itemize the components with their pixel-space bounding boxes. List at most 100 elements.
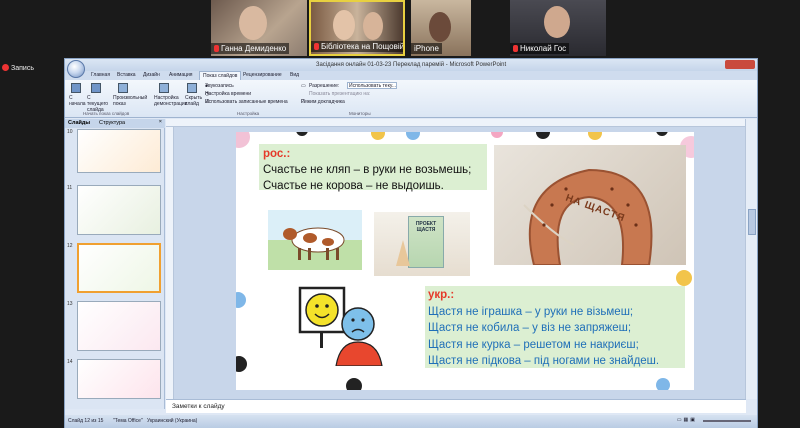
hide-slide-icon [187,83,197,93]
resolution-label: Разрешение: [309,83,340,89]
participant-avatar [429,12,451,42]
group-setup-label: Настройка [237,111,260,116]
horizontal-ruler[interactable] [166,119,746,127]
slide-thumbnail[interactable] [77,129,161,173]
setup-show-button[interactable]: Настройка демонстрации [154,95,187,107]
decor-dot [236,292,246,308]
participant-avatar [363,12,383,40]
tab-view[interactable]: Вид [290,72,299,78]
hide-slide-button[interactable]: Скрыть слайд [185,95,202,107]
view-buttons[interactable]: ▭▦▣ [677,417,697,423]
participant-name: iPhone [411,43,442,54]
show-on-select[interactable]: Показать презентацию на: [309,91,370,97]
decor-dot [371,132,385,140]
ribbon: С начала С текущего слайда Произвольный … [65,80,757,118]
decor-dot [656,378,670,390]
record-indicator[interactable]: Запись [2,64,34,72]
tab-animation[interactable]: Анимация [169,72,192,78]
custom-show-button[interactable]: Произвольный показ [113,95,147,107]
uk-line: Щастя не курка – решетом не накриєш; [428,338,639,351]
scroll-thumb[interactable] [748,209,756,235]
decor-dot [236,356,247,372]
ru-line: Счастье не кляп – в руки не возьмешь; [263,164,472,176]
slide-counter: Слайд 12 из 15 [68,418,104,424]
uk-label: укр.: [428,289,455,301]
current-slide[interactable]: рос.: Счастье не кляп – в руки не возьме… [236,132,694,390]
tab-outline[interactable]: Структура [99,120,125,126]
record-label: Запись [11,65,34,72]
status-bar: Слайд 12 из 15 "Тема Office" Украинский … [65,415,757,428]
ribbon-tabs: Главная Вставка Дизайн Анимация Показ сл… [65,71,757,80]
participant-avatar [333,10,355,40]
decor-dot [536,132,550,139]
participant-avatar [544,6,570,38]
from-start-button[interactable]: С начала [69,95,86,107]
zoom-slider[interactable] [703,420,751,422]
monitor-icon: ▭ [301,83,306,89]
powerpoint-window: Засідання онлайн 01-03-23 Переклад парем… [64,58,758,428]
tab-slideshow[interactable]: Показ слайдов [199,71,242,80]
video-tile-2[interactable]: Бібліотека на Пощовій [309,0,405,56]
participant-name: Ганна Демиденко [211,43,290,54]
book-image[interactable]: ПРОЕКТ ЩАСТЯ [374,212,470,276]
slide-thumbnail-selected[interactable] [77,243,161,293]
emotions-image[interactable] [296,284,394,367]
decor-dot [406,132,420,140]
group-monitors-label: Мониторы [349,111,371,116]
theme-name: "Тема Office" [113,418,143,424]
close-panel-icon[interactable]: × [159,119,162,125]
video-tile-4[interactable]: Николай Гос [510,0,606,56]
participant-avatar [239,6,267,40]
uk-line: Щастя не іграшка – у руки не візьмеш; [428,305,634,318]
video-tile-3[interactable]: iPhone [411,0,471,56]
thumb-number: 11 [67,185,73,191]
window-controls[interactable] [725,60,755,69]
slide-editor: рос.: Счастье не кляп – в руки не возьме… [166,119,746,399]
record-icon [2,64,9,71]
language-indicator[interactable]: Украинский (Украина) [147,418,197,424]
ukrainian-proverbs[interactable]: укр.: Щастя не іграшка – у руки не візьм… [425,286,685,368]
decor-dot [346,378,362,390]
ru-label: рос.: [263,148,291,160]
custom-show-icon [118,83,128,93]
tab-insert[interactable]: Вставка [117,72,136,78]
tab-review[interactable]: Рецензирование [243,72,282,78]
slides-panel: Слайды Структура × 10 11 12 13 14 [65,119,165,409]
thumb-number: 12 [67,243,73,249]
uk-line: Щастя не кобила – у віз не запряжеш; [428,322,632,334]
window-title: Засідання онлайн 01-03-23 Переклад парем… [65,59,757,71]
sidebar-tabs: Слайды Структура × [65,119,165,128]
decor-dot [676,270,692,286]
tab-home[interactable]: Главная [91,72,110,78]
video-tile-1[interactable]: Ганна Демиденко [211,0,307,56]
group-start-label: Начать показ слайдов [83,111,130,116]
decor-dot [656,132,668,136]
thumb-number: 10 [67,129,73,135]
uk-line: Щастя не підкова – під ногами не знайдеш… [428,355,660,367]
setup-icon [159,83,169,93]
decor-dot [588,132,602,140]
book-cover: ПРОЕКТ ЩАСТЯ [408,216,444,268]
smiley-sign-icon [298,286,383,367]
vertical-scrollbar[interactable] [745,119,757,399]
participant-name: Николай Гос [510,43,570,54]
tab-design[interactable]: Дизайн [143,72,160,78]
cow-image[interactable] [268,210,362,270]
slide-thumbnail[interactable] [77,301,161,351]
slide-thumbnail[interactable] [77,185,161,235]
tab-slides[interactable]: Слайды [68,120,90,126]
vertical-ruler[interactable] [166,127,174,399]
notes-pane[interactable]: Заметки к слайду [166,399,746,413]
russian-proverbs[interactable]: рос.: Счастье не кляп – в руки не возьме… [259,144,487,192]
resolution-select[interactable]: Использовать теку... [347,82,397,89]
office-button[interactable] [67,60,85,78]
book-title: ПРОЕКТ ЩАСТЯ [415,221,437,233]
mic-muted-icon [513,45,518,52]
decor-dot [491,132,503,138]
mic-muted-icon [214,45,219,52]
slideshow-current-icon [91,83,101,93]
horseshoe-image[interactable]: НА ЩАСТЯ [494,145,686,265]
decor-dot [236,132,250,148]
decor-dot [296,132,308,136]
slide-thumbnail[interactable] [77,359,161,399]
